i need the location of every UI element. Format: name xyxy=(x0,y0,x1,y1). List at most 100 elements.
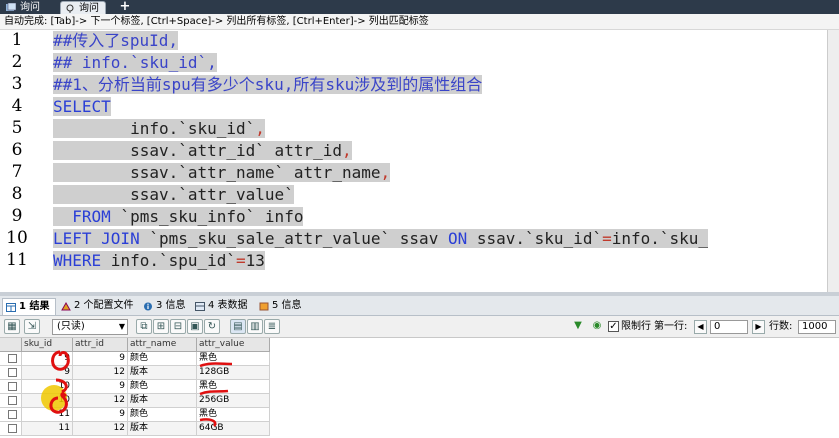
code-line[interactable]: ssav.`attr_value` xyxy=(53,184,294,206)
code-line[interactable]: ##1、分析当前spu有多少个sku,所有sku涉及到的属性组合 xyxy=(53,74,483,96)
row-checkbox[interactable] xyxy=(8,424,17,433)
table-row[interactable]: 11 12 版本 64GB xyxy=(0,422,270,436)
tab-profile[interactable]: 2 个配置文件 xyxy=(58,298,140,315)
insert-row-icon[interactable]: ⊞ xyxy=(153,319,169,334)
table-cell-sku-id[interactable]: 11 xyxy=(22,408,73,422)
column-header[interactable]: attr_id xyxy=(73,338,128,352)
row-selector[interactable] xyxy=(0,352,22,366)
code-line[interactable]: FROM `pms_sku_info` info xyxy=(53,206,304,228)
table-cell-attr-id[interactable]: 12 xyxy=(73,422,128,436)
row-checkbox[interactable] xyxy=(8,410,17,419)
code-line[interactable]: ##传入了spuId, xyxy=(53,30,179,52)
row-selector[interactable] xyxy=(0,366,22,380)
table-cell-attr-name[interactable]: 颜色 xyxy=(128,408,197,422)
previous-page-icon[interactable]: ◀ xyxy=(694,320,707,334)
limit-rows-checkbox[interactable]: ✓ xyxy=(608,321,619,332)
tab-result[interactable]: 1 结果 xyxy=(2,298,57,315)
column-header[interactable]: sku_id xyxy=(22,338,73,352)
export-icon[interactable]: ⇲ xyxy=(24,319,40,334)
table-row[interactable]: 11 9 颜色 黑色 xyxy=(0,408,270,422)
result-grid[interactable]: sku_id attr_id attr_name attr_value 9 9 颜色… xyxy=(0,338,839,438)
row-selector[interactable] xyxy=(0,394,22,408)
table-cell-attr-value[interactable]: 黑色 xyxy=(197,408,270,422)
table-cell-attr-id[interactable]: 12 xyxy=(73,394,128,408)
row-selector[interactable] xyxy=(0,380,22,394)
new-tab-button[interactable]: + xyxy=(118,0,132,14)
table-cell-attr-name[interactable]: 版本 xyxy=(128,422,197,436)
table-row[interactable]: 10 12 版本 256GB xyxy=(0,394,270,408)
line-number: 3 xyxy=(11,74,23,94)
table-cell-sku-id[interactable]: 10 xyxy=(22,394,73,408)
code-token: LEFT JOIN xyxy=(53,229,140,248)
table-cell-attr-value[interactable]: 黑色 xyxy=(197,380,270,394)
autocomplete-hint: 自动完成: [Tab]-> 下一个标签, [Ctrl+Space]-> 列出所有… xyxy=(0,14,839,30)
query-tab-1[interactable]: 询问 xyxy=(2,1,46,14)
table-cell-sku-id[interactable]: 11 xyxy=(22,422,73,436)
tab-table-data[interactable]: 4 表数据 xyxy=(192,298,254,315)
code-line[interactable]: SELECT xyxy=(53,96,111,118)
table-cell-attr-id[interactable]: 9 xyxy=(73,408,128,422)
code-token: info.`sku_id` xyxy=(53,119,256,138)
row-checkbox[interactable] xyxy=(8,354,17,363)
table-cell-attr-value[interactable]: 256GB xyxy=(197,394,270,408)
first-row-label: 第一行: xyxy=(654,321,688,332)
code-line[interactable]: LEFT JOIN `pms_sku_sale_attr_value` ssav… xyxy=(53,228,709,250)
table-cell-attr-name[interactable]: 颜色 xyxy=(128,380,197,394)
row-checkbox[interactable] xyxy=(8,396,17,405)
table-row[interactable]: 9 12 版本 128GB xyxy=(0,366,270,380)
column-header[interactable]: attr_name xyxy=(128,338,197,352)
query-tab-2[interactable]: 询问 xyxy=(60,1,106,14)
tab-info[interactable]: 3 信息 xyxy=(140,298,192,315)
column-header[interactable]: attr_value xyxy=(197,338,270,352)
table-cell-sku-id[interactable]: 10 xyxy=(22,380,73,394)
filter-icon[interactable]: ▼ xyxy=(570,319,586,334)
tab-label: 4 表数据 xyxy=(208,300,248,311)
tab-label: 1 结果 xyxy=(19,301,50,312)
table-row[interactable]: 9 9 颜色 黑色 xyxy=(0,352,270,366)
save-icon[interactable]: ▣ xyxy=(187,319,203,334)
table-cell-attr-name[interactable]: 颜色 xyxy=(128,352,197,366)
table-cell-attr-name[interactable]: 版本 xyxy=(128,394,197,408)
result-mode-select[interactable]: (只读) ▼ xyxy=(52,319,128,335)
table-cell-attr-value[interactable]: 64GB xyxy=(197,422,270,436)
reset-filter-icon[interactable]: ◉ xyxy=(589,319,605,334)
editor-scrollbar[interactable] xyxy=(827,30,839,292)
row-checkbox[interactable] xyxy=(8,382,17,391)
code-line[interactable]: ## info.`sku_id`, xyxy=(53,52,217,74)
code-line[interactable]: info.`sku_id`, xyxy=(53,118,265,140)
row-selector[interactable] xyxy=(0,422,22,436)
row-checkbox[interactable] xyxy=(8,368,17,377)
code-line[interactable]: WHERE info.`spu_id`=13 xyxy=(53,250,265,272)
table-cell-attr-name[interactable]: 版本 xyxy=(128,366,197,380)
code-line[interactable]: ssav.`attr_name` attr_name, xyxy=(53,162,391,184)
code-token: , xyxy=(380,163,391,182)
text-mode-icon[interactable]: ≣ xyxy=(264,319,280,334)
table-cell-attr-id[interactable]: 9 xyxy=(73,352,128,366)
tab-info-2[interactable]: 5 信息 xyxy=(256,298,308,315)
line-number: 9 xyxy=(11,206,23,226)
next-page-icon[interactable]: ▶ xyxy=(752,320,765,334)
refresh-icon[interactable]: ↻ xyxy=(204,319,220,334)
selected-text: info.`sku_id`, xyxy=(53,119,265,138)
first-row-input[interactable]: 0 xyxy=(710,320,748,334)
table-row[interactable]: 10 9 颜色 黑色 xyxy=(0,380,270,394)
line-number: 7 xyxy=(11,162,23,182)
sql-editor[interactable]: 1 ##传入了spuId, 2 ## info.`sku_id`, 3 ##1、分析当前s… xyxy=(0,30,839,292)
table-cell-attr-value[interactable]: 128GB xyxy=(197,366,270,380)
rows-input[interactable]: 1000 xyxy=(798,320,836,334)
delete-row-icon[interactable]: ⊟ xyxy=(170,319,186,334)
code-line[interactable]: ssav.`attr_id` attr_id, xyxy=(53,140,352,162)
table-cell-attr-value[interactable]: 黑色 xyxy=(197,352,270,366)
profile-icon xyxy=(61,302,71,311)
copy-row-icon[interactable]: ⧉ xyxy=(136,319,152,334)
table-cell-attr-id[interactable]: 9 xyxy=(73,380,128,394)
table-cell-attr-id[interactable]: 12 xyxy=(73,366,128,380)
grid-mode-icon[interactable]: ▤ xyxy=(230,319,246,334)
pin-icon xyxy=(66,4,74,13)
table-cell-sku-id[interactable]: 9 xyxy=(22,352,73,366)
grid-view-icon[interactable]: ▦ xyxy=(4,319,20,334)
row-selector[interactable] xyxy=(0,408,22,422)
table-cell-sku-id[interactable]: 9 xyxy=(22,366,73,380)
form-mode-icon[interactable]: ▥ xyxy=(247,319,263,334)
result-tabs: 1 结果 2 个配置文件 3 信息 4 表数据 5 信息 xyxy=(0,296,839,316)
